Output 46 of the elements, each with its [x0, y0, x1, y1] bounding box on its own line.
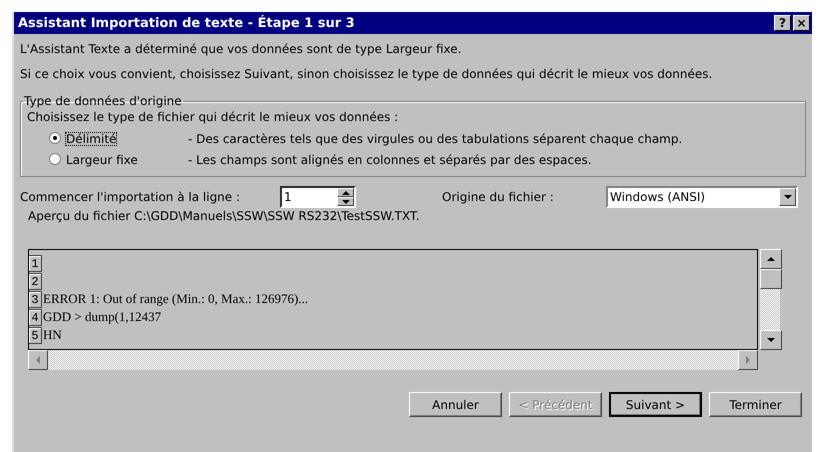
- dialog-button[interactable]: Terminer: [709, 392, 802, 417]
- preview-line: ERROR 1: Out of range (Min.: 0, Max.: 126976)...: [42, 291, 308, 307]
- spin-down-button[interactable]: [337, 197, 354, 206]
- option-label[interactable]: Délimité: [65, 132, 118, 146]
- line-number: 4: [29, 308, 42, 326]
- file-origin-label: Origine du fichier :: [442, 190, 554, 204]
- group-legend: Type de données d'origine: [23, 94, 183, 108]
- left-arrow-icon: [36, 356, 40, 364]
- preview-line: HN: [42, 327, 62, 343]
- dialog-button[interactable]: Suivant >: [609, 392, 702, 417]
- preview-label: Aperçu du fichier C:\GDD\Manuels\SSW\SSW RS232\TestSSW.TXT.: [28, 209, 421, 223]
- radio-button[interactable]: [49, 152, 61, 164]
- scroll-up-button[interactable]: [760, 249, 782, 269]
- dropdown-button[interactable]: [779, 188, 796, 206]
- line-number: 3: [29, 290, 42, 308]
- start-row-spinner[interactable]: 1: [280, 186, 356, 208]
- down-arrow-icon: [767, 338, 775, 342]
- window-title: Assistant Importation de texte - Étape 1 sur 3: [18, 16, 356, 30]
- scroll-down-button[interactable]: [760, 330, 782, 350]
- line-number: 5: [29, 326, 42, 344]
- vertical-scrollbar[interactable]: [760, 249, 780, 350]
- caret-icon: [784, 195, 792, 199]
- help-button[interactable]: ?: [774, 15, 791, 31]
- horizontal-scrollbar[interactable]: [28, 350, 758, 370]
- line-number: 1: [29, 254, 42, 272]
- option-description: - Les champs sont alignés en colonnes et séparés par des espaces.: [188, 152, 592, 166]
- dialog-button[interactable]: Annuler: [409, 392, 502, 417]
- line-number: 2: [29, 272, 42, 290]
- option-label[interactable]: Largeur fixe: [65, 152, 139, 166]
- intro-text: L'Assistant Texte a déterminé que vos données sont de type Largeur fixe.: [20, 42, 462, 56]
- intro-text: Si ce choix vous convient, choisissez Suivant, sinon choisissez le type de données qui décrit le mieux vos données.: [20, 67, 714, 81]
- down-arrow-icon: [342, 200, 350, 204]
- scroll-thumb[interactable]: [760, 269, 782, 289]
- up-arrow-icon: [342, 190, 350, 194]
- option-description: - Des caractères tels que des virgules ou des tabulations séparent chaque champ.: [188, 132, 682, 146]
- preview-line: GDD > dump(1,12437: [42, 309, 162, 325]
- radio-button[interactable]: [49, 132, 61, 144]
- scroll-right-button[interactable]: [738, 350, 758, 370]
- start-row-label: Commencer l'importation à la ligne :: [20, 190, 240, 204]
- right-arrow-icon: [746, 356, 750, 364]
- scroll-left-button[interactable]: [28, 350, 48, 370]
- close-button[interactable]: ×: [793, 15, 810, 31]
- spin-up-button[interactable]: [337, 188, 354, 197]
- file-origin-dropdown[interactable]: Windows (ANSI): [606, 186, 798, 208]
- prompt-text: Choisissez le type de fichier qui décrit le mieux vos données :: [27, 110, 400, 124]
- up-arrow-icon: [767, 257, 775, 261]
